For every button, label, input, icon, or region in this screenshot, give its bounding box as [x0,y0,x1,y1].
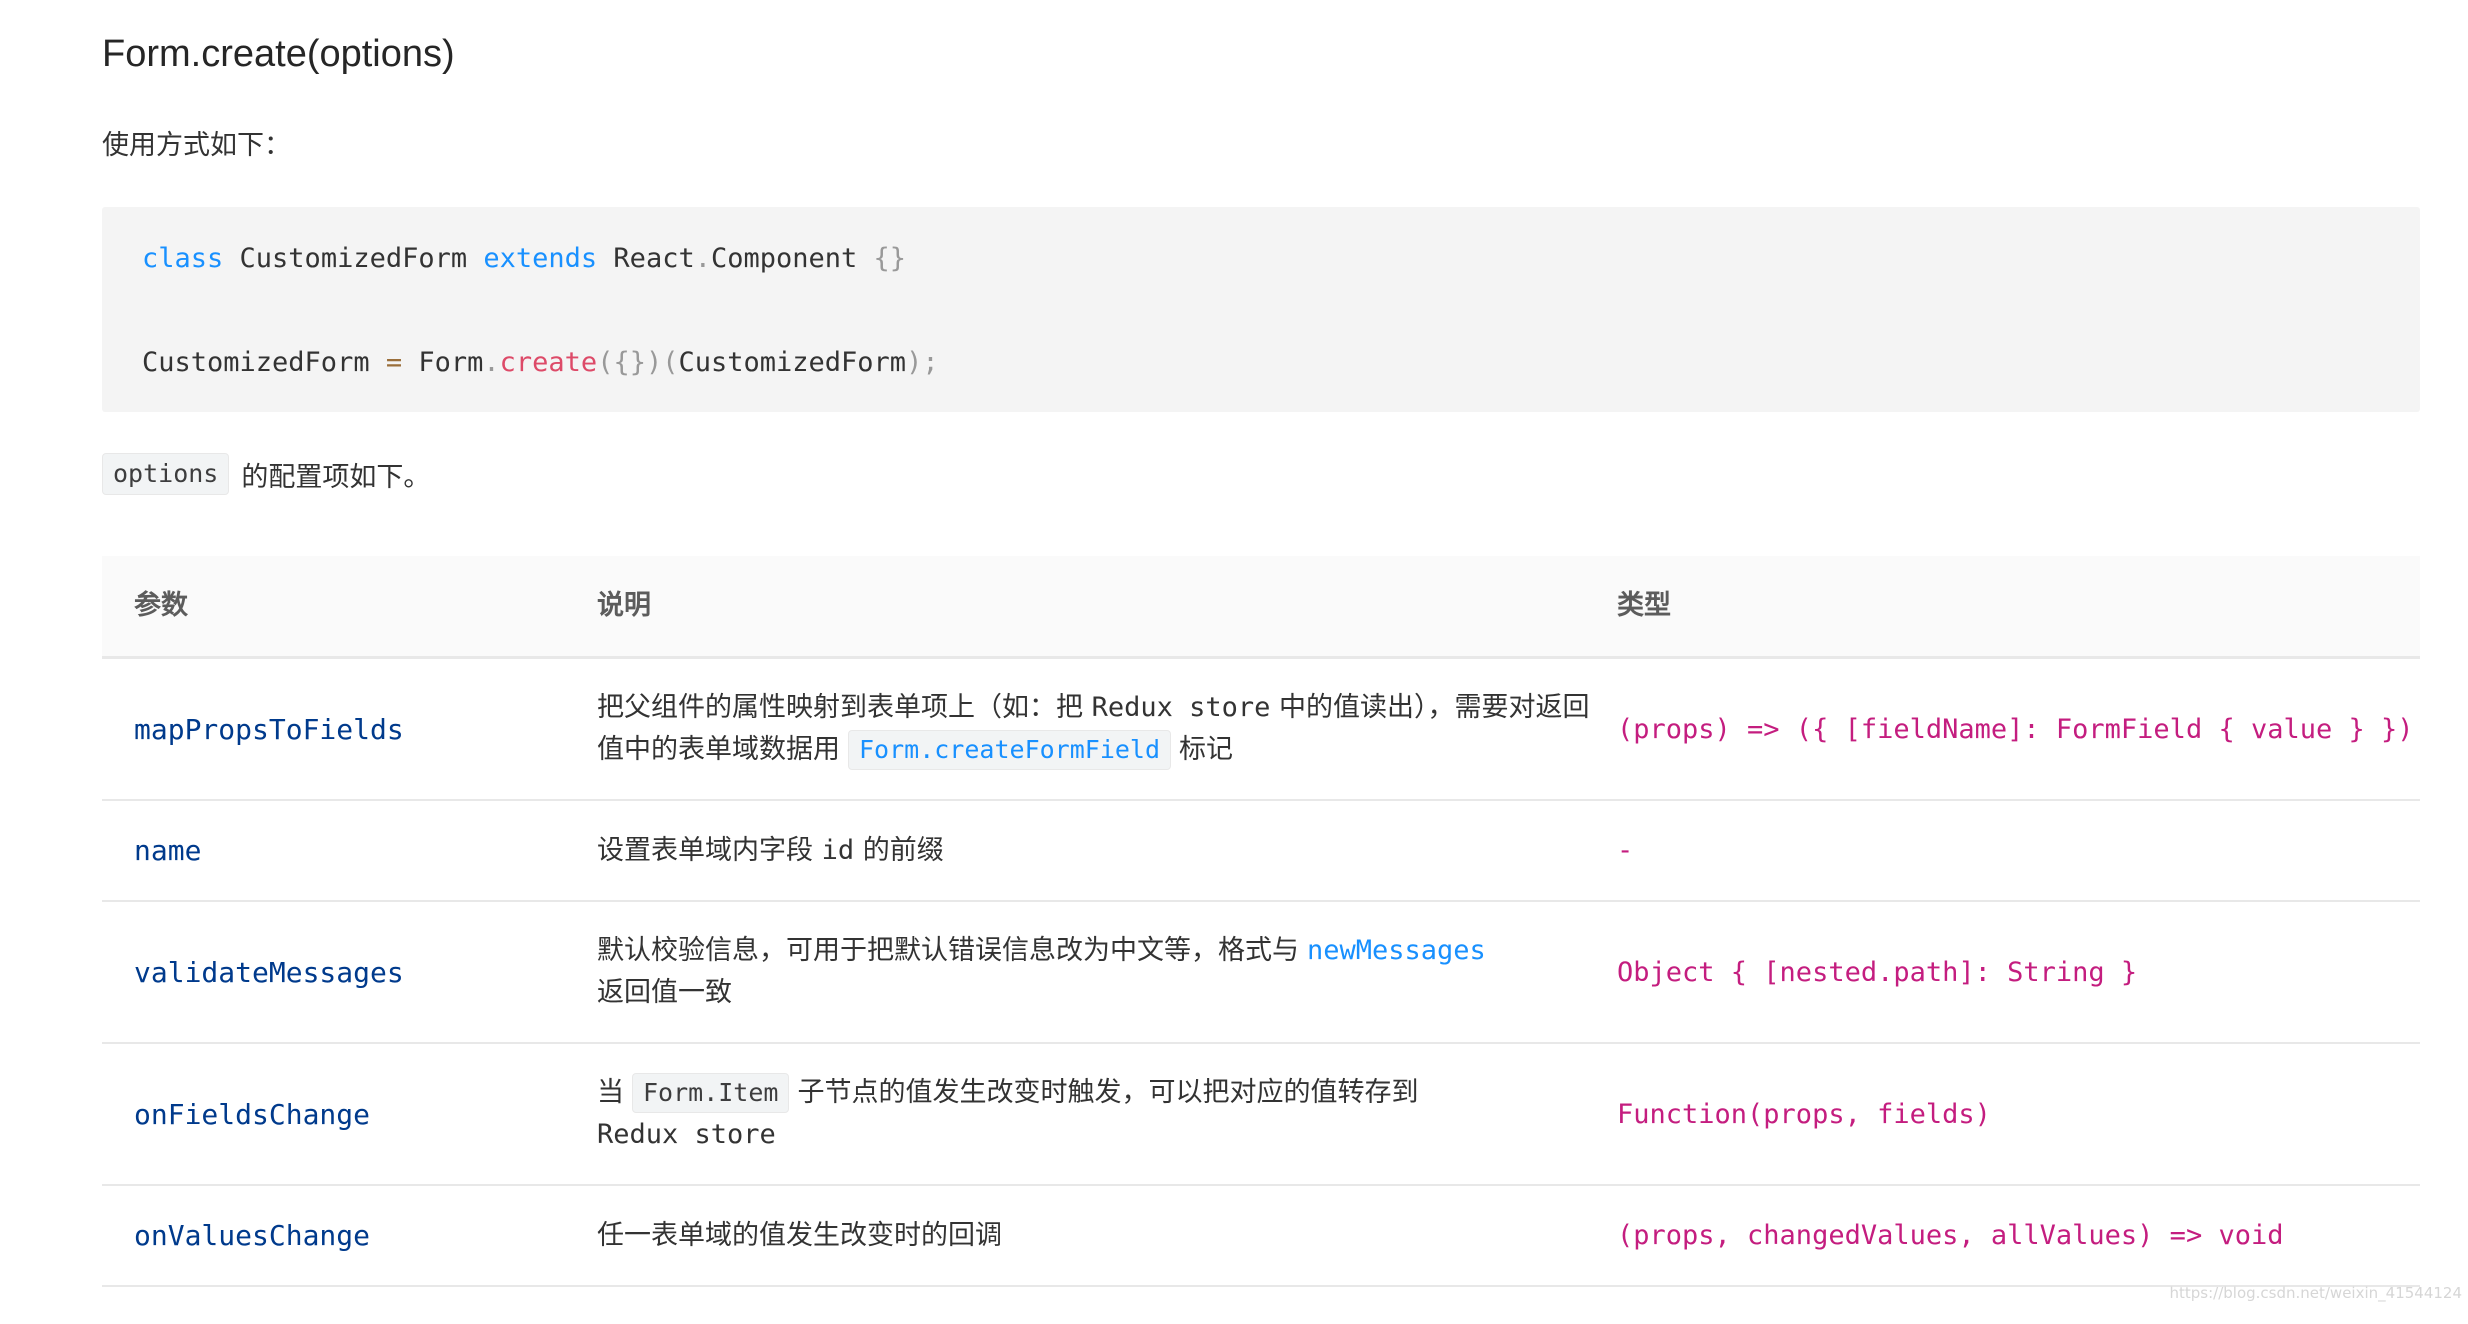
cell-type: Function(props, fields) [1617,1044,1991,1184]
page-title: Form.create(options) [102,33,455,75]
description-text: 任一表单域的值发生改变时的回调 [597,1219,1002,1251]
cell-description: 设置表单域内字段 id 的前缀 [597,801,1597,900]
param-name: mapPropsToFields [134,712,404,746]
code-punctuation: ({})( [597,347,679,378]
header-description: 说明 [597,590,651,621]
code-identifier: CustomizedForm [678,347,907,378]
param-name: name [134,834,202,867]
cell-param: name [134,801,201,900]
options-description: options 的配置项如下。 [102,452,430,496]
param-type: (props, changedValues, allValues) => voi… [1617,1220,2284,1251]
description-mono: id [821,834,855,866]
description-text: 当 [597,1077,624,1108]
cell-type: - [1617,801,1633,900]
code-identifier: Component [710,243,874,274]
param-name: validateMessages [134,955,404,989]
code-keyword: extends [483,243,598,274]
table-row: name 设置表单域内字段 id 的前缀 - [102,801,2420,902]
code-keyword: class [142,243,224,274]
table-row: onFieldsChange 当 Form.Item 子节点的值发生改变时触发，可以… [102,1044,2420,1186]
code-line-2: CustomizedForm = Form.create({})(Customi… [142,343,939,383]
code-function: create [499,347,598,378]
param-description: 任一表单域的值发生改变时的回调 [597,1215,1597,1257]
cell-param: onFieldsChange [134,1044,370,1184]
cell-type: (props, changedValues, allValues) => voi… [1617,1186,2283,1285]
param-description: 当 Form.Item 子节点的值发生改变时触发，可以把对应的值转存到 Redux s… [597,1072,1597,1156]
header-type: 类型 [1617,590,1671,621]
header-param: 参数 [134,590,188,621]
param-description: 设置表单域内字段 id 的前缀 [597,830,1597,872]
code-operator: = [385,347,403,378]
table-row: mapPropsToFields 把父组件的属性映射到表单项上（如：把 Redu… [102,659,2420,801]
cell-param: mapPropsToFields [134,659,404,799]
cell-type: (props) => ({ [fieldName]: FormField { v… [1617,659,2414,799]
description-text: 子节点的值发生改变时触发，可以把对应的值转存到 [797,1077,1419,1108]
code-identifier: CustomizedForm [142,347,386,378]
param-type: Object { [nested.path]: String } [1617,956,2138,988]
description-inline-code: Form.Item [632,1073,790,1113]
code-punctuation: {} [873,243,907,274]
table-row: validateMessages 默认校验信息，可用于把默认错误信息改为中文等，… [102,902,2420,1044]
description-inline-code: Form.createFormField [848,730,1172,770]
description-text: 的前缀 [854,834,944,866]
param-type: - [1617,835,1634,866]
description-text: 设置表单域内字段 [597,834,822,866]
code-punctuation: ); [906,347,939,378]
table-header: 参数 说明 类型 [102,556,2420,659]
param-name: onFieldsChange [134,1097,371,1131]
new-messages-link[interactable]: newMessages [1307,935,1486,966]
options-inline-code: options [102,453,230,495]
description-text: 返回值一致 [597,977,732,1008]
description-text: 把父组件的属性映射到表单项上（如：把 [597,692,1092,723]
watermark: https://blog.csdn.net/weixin_41544124 [2169,1284,2462,1302]
description-mono: Redux store [597,1119,776,1150]
param-type: (props) => ({ [fieldName]: FormField { v… [1617,713,2414,745]
usage-intro: 使用方式如下： [102,130,291,161]
param-name: onValuesChange [134,1219,371,1252]
cell-description: 把父组件的属性映射到表单项上（如：把 Redux store 中的值读出），需要… [597,659,1597,799]
code-block: class CustomizedForm extends React.Compo… [102,207,2420,412]
description-text: 标记 [1179,734,1234,765]
code-punctuation: . [694,243,711,274]
description-text: 默认校验信息，可用于把默认错误信息改为中文等，格式与 [597,935,1299,966]
param-type: Function(props, fields) [1617,1098,1991,1130]
code-identifier: Form [402,347,484,378]
description-mono: Redux store [1091,692,1271,723]
cell-description: 默认校验信息，可用于把默认错误信息改为中文等，格式与 newMessages 返回值… [597,902,1597,1042]
table-row: onValuesChange 任一表单域的值发生改变时的回调 (props, c… [102,1186,2420,1287]
param-description: 把父组件的属性映射到表单项上（如：把 Redux store 中的值读出），需要… [597,687,1597,771]
code-punctuation: . [483,347,500,378]
code-identifier: React [597,243,695,274]
param-description: 默认校验信息，可用于把默认错误信息改为中文等，格式与 newMessages 返回值… [597,930,1597,1014]
cell-param: validateMessages [134,902,404,1042]
options-text: 的配置项如下。 [241,461,431,493]
options-table: 参数 说明 类型 mapPropsToFields 把父组件的属性映射到表单项上… [102,556,2420,1287]
cell-description: 当 Form.Item 子节点的值发生改变时触发，可以把对应的值转存到 Redux s… [597,1044,1597,1184]
code-identifier: CustomizedForm [223,243,484,274]
cell-type: Object { [nested.path]: String } [1617,902,2137,1042]
cell-description: 任一表单域的值发生改变时的回调 [597,1186,1597,1285]
code-line-1: class CustomizedForm extends React.Compo… [142,239,906,279]
cell-param: onValuesChange [134,1186,370,1285]
